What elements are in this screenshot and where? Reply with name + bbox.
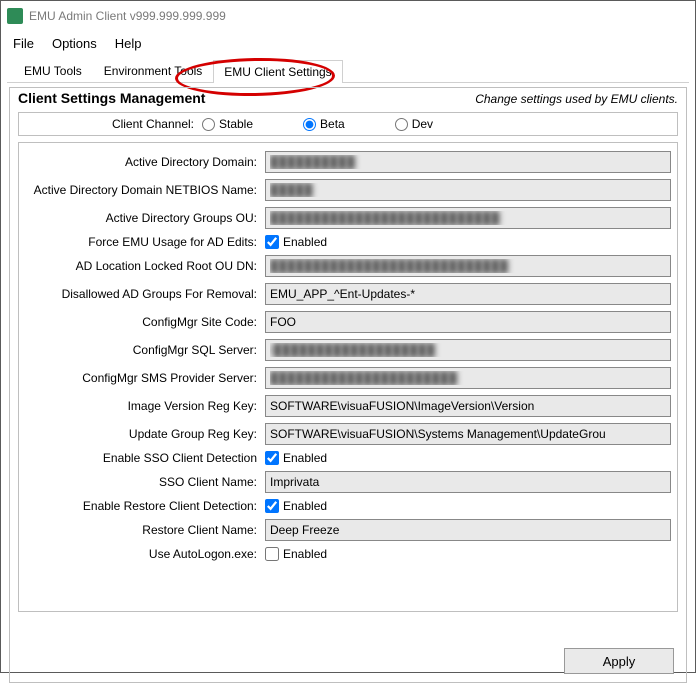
disallowed-groups-input[interactable] [265, 283, 671, 305]
img-reg-key-label: Image Version Reg Key: [25, 399, 265, 413]
cfgmgr-site-label: ConfigMgr Site Code: [25, 315, 265, 329]
radio-dev-label: Dev [412, 117, 433, 131]
tab-environment-tools[interactable]: Environment Tools [93, 59, 214, 82]
sso-name-input[interactable] [265, 471, 671, 493]
radio-dev[interactable] [395, 118, 408, 131]
app-icon [7, 8, 23, 24]
enable-sso-checkbox[interactable] [265, 451, 279, 465]
cfgmgr-sql-label: ConfigMgr SQL Server: [25, 343, 265, 357]
restore-name-input[interactable] [265, 519, 671, 541]
force-emu-checkbox[interactable] [265, 235, 279, 249]
radio-dev-wrap[interactable]: Dev [395, 117, 433, 131]
window-title: EMU Admin Client v999.999.999.999 [29, 9, 226, 23]
tab-emu-client-settings[interactable]: EMU Client Settings [213, 60, 342, 83]
enable-sso-enabled-label: Enabled [283, 451, 327, 465]
radio-beta[interactable] [303, 118, 316, 131]
enable-sso-label: Enable SSO Client Detection [25, 451, 265, 465]
radio-stable-label: Stable [219, 117, 253, 131]
ad-domain-input[interactable] [265, 151, 671, 173]
ad-groups-ou-input[interactable] [265, 207, 671, 229]
restore-name-label: Restore Client Name: [25, 523, 265, 537]
ad-domain-label: Active Directory Domain: [25, 155, 265, 169]
channel-row: Client Channel: Stable Beta Dev [18, 112, 678, 136]
settings-scroll[interactable]: Active Directory Domain: Active Director… [18, 142, 678, 612]
force-emu-enabled-label: Enabled [283, 235, 327, 249]
cfgmgr-sms-label: ConfigMgr SMS Provider Server: [25, 371, 265, 385]
menu-help[interactable]: Help [115, 36, 142, 51]
use-autologon-enabled-label: Enabled [283, 547, 327, 561]
radio-stable-wrap[interactable]: Stable [202, 117, 253, 131]
cfgmgr-sql-input[interactable] [265, 339, 671, 361]
menubar: File Options Help [1, 31, 695, 55]
ad-groups-ou-label: Active Directory Groups OU: [25, 211, 265, 225]
ad-locked-root-input[interactable] [265, 255, 671, 277]
enable-restore-checkbox[interactable] [265, 499, 279, 513]
menu-file[interactable]: File [13, 36, 34, 51]
tabstrip: EMU Tools Environment Tools EMU Client S… [7, 55, 689, 83]
ad-locked-root-label: AD Location Locked Root OU DN: [25, 259, 265, 273]
channel-radio-group: Stable Beta Dev [202, 117, 669, 131]
footer: Apply [564, 648, 674, 674]
update-reg-key-input[interactable] [265, 423, 671, 445]
update-reg-key-label: Update Group Reg Key: [25, 427, 265, 441]
cfgmgr-sms-input[interactable] [265, 367, 671, 389]
settings-panel: Client Settings Management Change settin… [9, 87, 687, 683]
img-reg-key-input[interactable] [265, 395, 671, 417]
menu-options[interactable]: Options [52, 36, 97, 51]
use-autologon-label: Use AutoLogon.exe: [25, 547, 265, 561]
channel-label: Client Channel: [27, 117, 202, 131]
cfgmgr-site-input[interactable] [265, 311, 671, 333]
ad-netbios-label: Active Directory Domain NETBIOS Name: [25, 183, 265, 197]
enable-restore-enabled-label: Enabled [283, 499, 327, 513]
radio-beta-label: Beta [320, 117, 345, 131]
ad-netbios-input[interactable] [265, 179, 671, 201]
disallowed-groups-label: Disallowed AD Groups For Removal: [25, 287, 265, 301]
tab-emu-tools[interactable]: EMU Tools [13, 59, 93, 82]
panel-title: Client Settings Management [18, 90, 205, 106]
use-autologon-checkbox[interactable] [265, 547, 279, 561]
sso-name-label: SSO Client Name: [25, 475, 265, 489]
panel-subtitle: Change settings used by EMU clients. [475, 92, 678, 106]
radio-beta-wrap[interactable]: Beta [303, 117, 345, 131]
titlebar: EMU Admin Client v999.999.999.999 [1, 1, 695, 31]
enable-restore-label: Enable Restore Client Detection: [25, 499, 265, 513]
apply-button[interactable]: Apply [564, 648, 674, 674]
panel-header: Client Settings Management Change settin… [10, 88, 686, 110]
force-emu-label: Force EMU Usage for AD Edits: [25, 235, 265, 249]
radio-stable[interactable] [202, 118, 215, 131]
